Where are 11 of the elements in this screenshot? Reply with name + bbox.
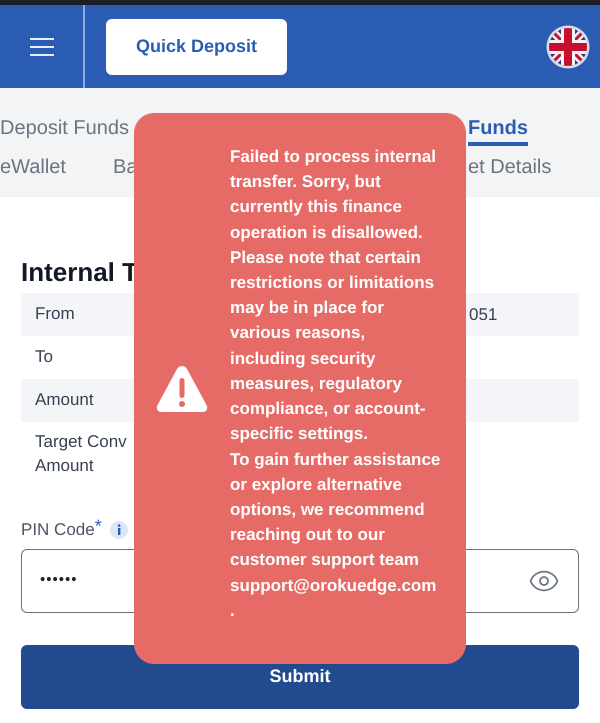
error-message: .	[230, 600, 236, 622]
pin-label: PIN Code	[21, 519, 95, 541]
pin-value: ••••••	[40, 570, 78, 590]
detail-label: Amount	[35, 389, 94, 411]
error-message: Failed to process internal transfer. Sorry, but currently this finance operation is disallowed. Please note that certain restrictions or limitations may be in place for various reasons, including security measures, regulatory compliance, or account-specific settings.	[230, 146, 437, 446]
detail-value: 051	[469, 304, 498, 326]
detail-label: Target Conv Amount	[35, 431, 127, 477]
error-message: To gain further assistance or explore alternative options, we recommend reaching out to our customer support team support@orokuedge.com	[230, 448, 442, 597]
required-mark: *	[94, 517, 102, 535]
detail-label: To	[35, 346, 53, 368]
detail-label: From	[35, 303, 75, 325]
